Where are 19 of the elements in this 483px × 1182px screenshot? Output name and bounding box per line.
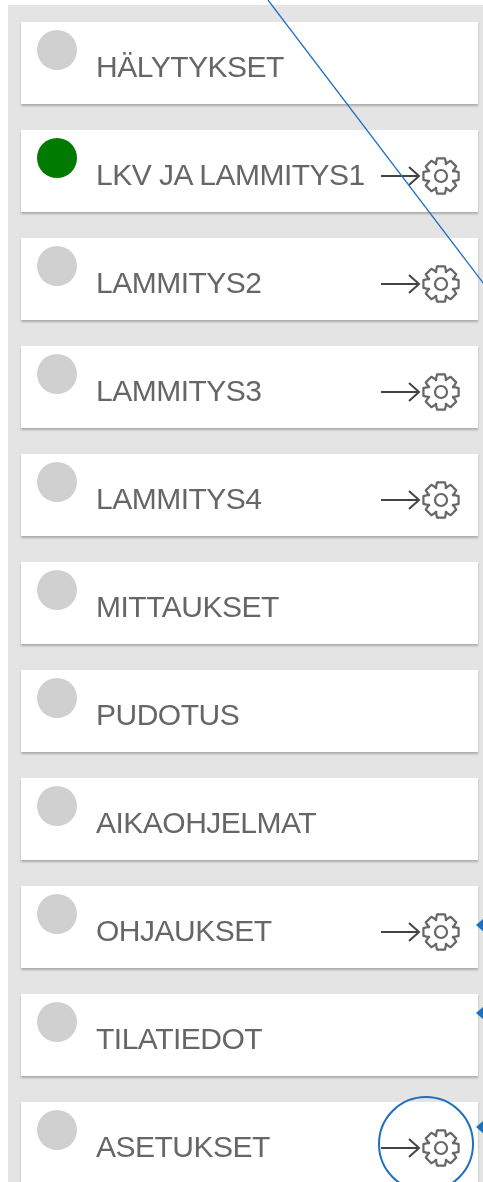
- menu-label: LAMMITYS4: [96, 482, 262, 516]
- menu-label: LAMMITYS3: [96, 374, 262, 408]
- menu-item[interactable]: PUDOTUS: [21, 670, 478, 752]
- menu-item[interactable]: LAMMITYS3: [21, 346, 478, 428]
- menu-label: TILATIEDOT: [96, 1022, 263, 1056]
- menu-label: HÄLYTYKSET: [96, 50, 284, 84]
- menu-label: MITTAUKSET: [96, 590, 279, 624]
- menu-item[interactable]: HÄLYTYKSET: [21, 22, 478, 104]
- menu-label: OHJAUKSET: [96, 914, 272, 948]
- menu-item[interactable]: LAMMITYS2: [21, 238, 478, 320]
- menu-label: LKV JA LAMMITYS1: [96, 158, 365, 192]
- menu-label: LAMMITYS2: [96, 266, 262, 300]
- menu-item[interactable]: MITTAUKSET: [21, 562, 478, 644]
- menu-label: PUDOTUS: [96, 698, 240, 732]
- menu-label: ASETUKSET: [96, 1130, 270, 1164]
- menu-label: AIKAOHJELMAT: [96, 806, 317, 840]
- menu-item[interactable]: AIKAOHJELMAT: [21, 778, 478, 860]
- menu-item[interactable]: LAMMITYS4: [21, 454, 478, 536]
- menu-item[interactable]: LKV JA LAMMITYS1: [21, 130, 478, 212]
